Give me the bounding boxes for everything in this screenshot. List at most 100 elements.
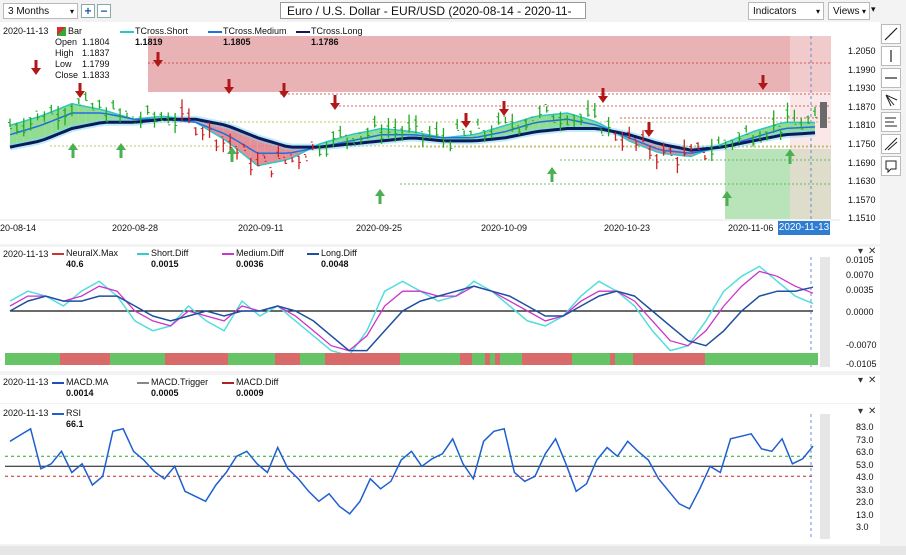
legend-swatch	[222, 382, 234, 384]
price-tick: 1.1870	[848, 101, 876, 112]
sell-arrow-stem	[647, 122, 651, 131]
neuralx-segment	[472, 353, 485, 365]
legend-medium-diff: Medium.Diff	[236, 248, 284, 258]
diff-date: 2020-11-13	[3, 249, 49, 259]
toolbar: 3 Months ▾ + − Euro / U.S. Dollar - EUR/…	[0, 0, 906, 34]
legend-swatch	[296, 31, 310, 33]
legend-value: 0.0015	[151, 259, 179, 269]
sell-arrow-stem	[502, 101, 506, 110]
price-tick: 1.1930	[848, 83, 876, 94]
price-date: 2020-11-13	[3, 26, 49, 36]
ohlc-open-label: Open	[55, 37, 78, 47]
settings-icon[interactable]: ▾	[858, 246, 863, 257]
period-select-value: 3 Months	[8, 6, 50, 17]
neuralx-segment	[228, 353, 275, 365]
neuralx-segment	[300, 353, 325, 365]
legend-swatch	[208, 31, 222, 33]
date-tick: 2020-10-09	[481, 223, 528, 233]
views-button[interactable]: Views ▾	[828, 2, 870, 20]
ohlc-high-label: High	[55, 48, 74, 58]
views-dropdown-icon[interactable]: ▾	[871, 4, 876, 15]
buy-arrow-stem	[725, 197, 729, 206]
date-tick: 2020-11-06	[728, 223, 774, 233]
scroll-track	[820, 257, 830, 367]
sell-arrow-stem	[761, 75, 765, 84]
neuralx-segment	[705, 353, 818, 365]
diff-tick: 0.0000	[846, 307, 874, 317]
rsi-date: 2020-11-13	[3, 408, 49, 418]
legend-swatch	[307, 253, 319, 255]
bar-series-swatch	[57, 27, 66, 36]
period-select[interactable]: 3 Months ▾	[3, 3, 78, 19]
rsi-tick: 33.0	[856, 484, 874, 495]
buy-arrow-icon	[547, 167, 557, 174]
chevron-down-icon: ▾	[861, 7, 866, 16]
neuralx-segment	[460, 353, 472, 365]
current-date-marker: 2020-11-13	[778, 221, 830, 235]
long-diff-line	[9, 285, 814, 352]
indicators-button[interactable]: Indicators ▾	[748, 2, 824, 20]
rsi-tick: 23.0	[856, 497, 874, 507]
remove-button[interactable]: −	[97, 4, 111, 18]
legend-swatch	[52, 413, 64, 415]
legend-tcross-long: TCross.Long	[311, 26, 363, 36]
sell-arrow-stem	[156, 52, 160, 61]
legend-value: 66.1	[66, 419, 84, 429]
settings-icon[interactable]: ▾	[858, 375, 863, 386]
pitchfork-tool-icon[interactable]	[881, 134, 901, 154]
fibonacci-tool-icon[interactable]	[881, 112, 901, 132]
sell-arrow-icon	[279, 91, 289, 98]
sell-arrow-stem	[282, 83, 286, 92]
drawing-tools	[880, 24, 902, 194]
close-icon[interactable]: ✕	[868, 246, 876, 257]
legend-swatch	[52, 253, 64, 255]
price-tick: 1.2050	[848, 46, 876, 56]
bar-series-label: Bar	[68, 26, 83, 36]
sell-arrow-icon	[75, 91, 85, 98]
rsi-chart[interactable]	[0, 404, 880, 544]
date-tick: 2020-09-11	[238, 223, 284, 233]
price-scrollbar[interactable]	[820, 102, 827, 128]
price-chart[interactable]	[0, 22, 880, 244]
macd-date: 2020-11-13	[3, 377, 49, 387]
neuralx-segment	[610, 353, 615, 365]
ohlc-low-value: 1.1799	[82, 59, 110, 69]
sell-arrow-icon	[461, 121, 471, 128]
neuralx-segment	[400, 353, 460, 365]
sell-arrow-icon	[31, 68, 41, 75]
buy-arrow-stem	[788, 155, 792, 164]
legend-value: 0.0005	[151, 388, 179, 398]
chevron-down-icon: ▾	[69, 7, 74, 16]
neuralx-segment	[60, 353, 110, 365]
close-icon[interactable]: ✕	[868, 375, 876, 386]
buy-arrow-stem	[119, 149, 123, 158]
rsi-tick: 53.0	[856, 459, 874, 470]
legend-value: 1.1786	[311, 37, 339, 47]
settings-icon[interactable]: ▾	[858, 406, 863, 417]
price-tick: 1.1510	[848, 213, 876, 224]
rsi-tick: 73.0	[856, 434, 874, 445]
diff-tick: 0.0070	[846, 270, 874, 280]
legend-value: 0.0036	[236, 259, 264, 269]
legend-macd-ma: MACD.MA	[66, 377, 109, 387]
neuralx-segment	[5, 353, 60, 365]
rsi-tick: 43.0	[856, 472, 874, 482]
add-button[interactable]: +	[81, 4, 95, 18]
vertical-line-icon[interactable]	[881, 46, 901, 66]
line-tool-icon[interactable]	[881, 24, 901, 44]
text-tool-icon[interactable]	[881, 156, 901, 176]
legend-rsi: RSI	[66, 408, 82, 418]
diff-chart[interactable]	[0, 247, 880, 371]
close-icon[interactable]: ✕	[868, 406, 876, 417]
rsi-panel: 2020-11-13 RSI 66.1 83.0 73.0 63.0 53.0 43.0 3…	[0, 404, 880, 544]
buy-arrow-stem	[230, 153, 234, 162]
sell-arrow-stem	[227, 79, 231, 88]
legend-swatch	[137, 253, 149, 255]
ohlc-low-label: Low	[55, 59, 72, 69]
neuralx-segment	[615, 353, 633, 365]
fan-tool-icon[interactable]	[881, 90, 901, 110]
horizontal-line-icon[interactable]	[881, 68, 901, 88]
buy-arrow-stem	[378, 195, 382, 204]
price-tick: 1.1630	[848, 176, 876, 187]
legend-swatch	[222, 253, 234, 255]
